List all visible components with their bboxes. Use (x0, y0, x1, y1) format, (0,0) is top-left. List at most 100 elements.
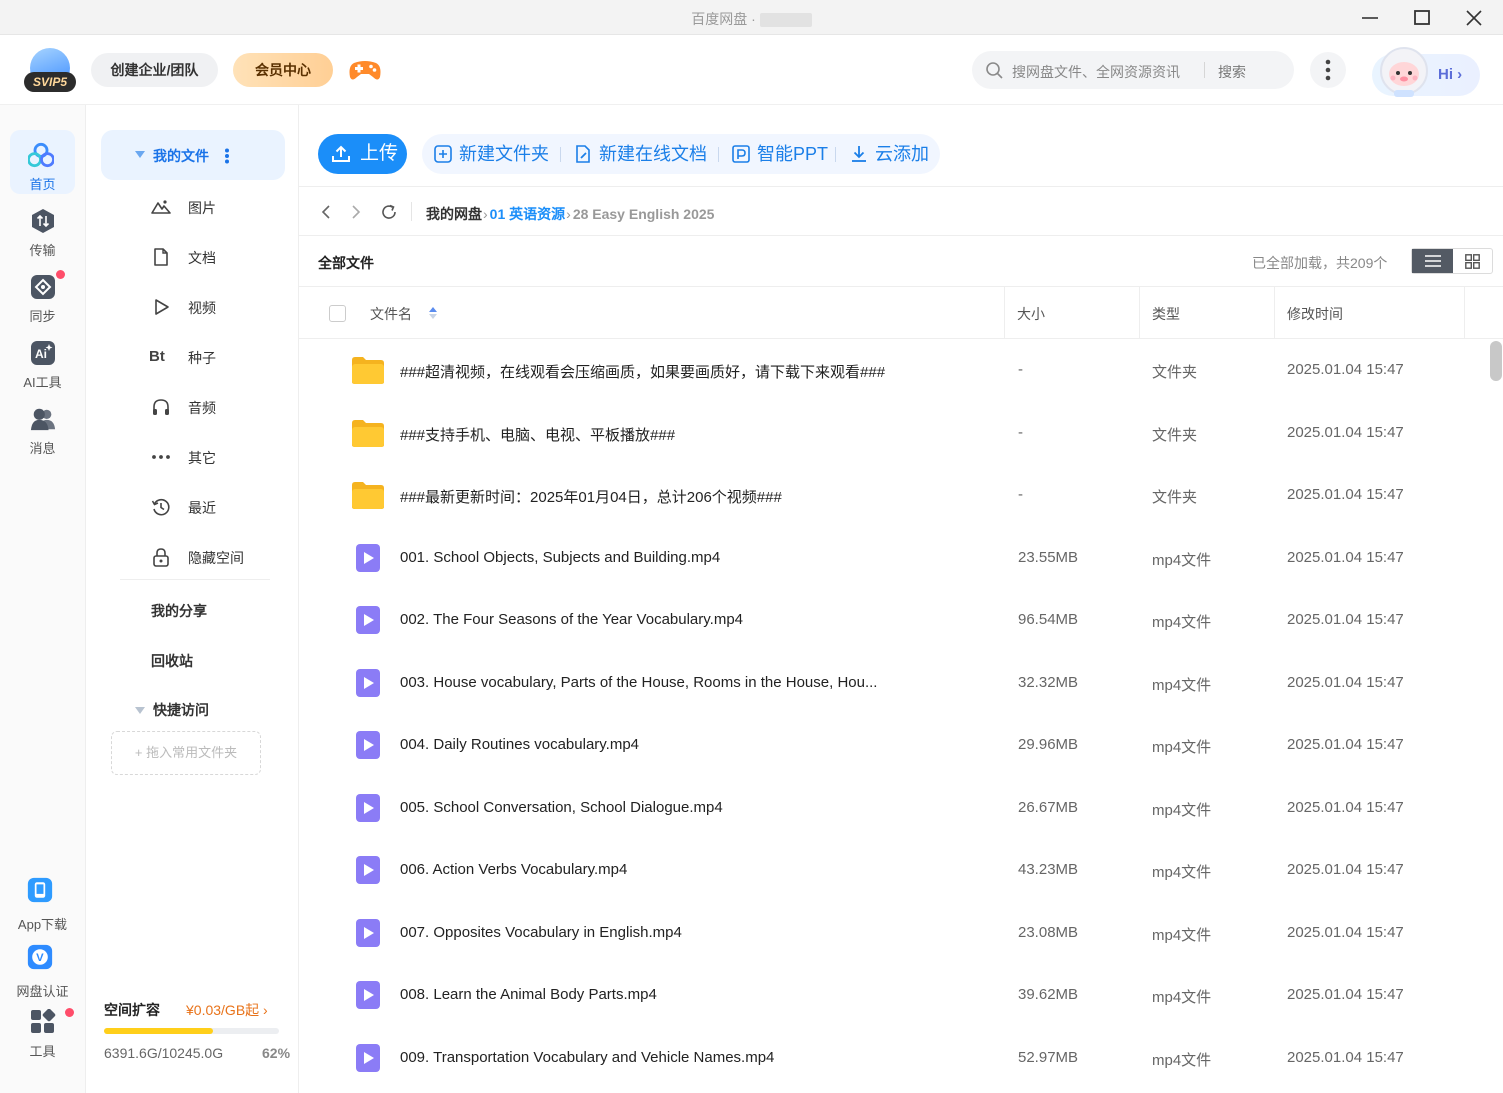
sort-icon[interactable] (428, 305, 438, 321)
rail-label-sync: 同步 (29, 309, 56, 324)
search-box[interactable]: 搜网盘文件、全网资源资讯 搜索 (972, 51, 1294, 89)
storage-expand-title[interactable]: 空间扩容 (104, 1000, 160, 1020)
sidebar-item-my-files[interactable]: 我的文件 (101, 130, 285, 180)
sidebar-item-audio[interactable]: 音频 (146, 392, 286, 422)
upload-label: 上传 (360, 143, 399, 164)
rail-item-tools[interactable]: 工具 (10, 1003, 75, 1067)
table-row[interactable]: 007. Opposites Vocabulary in English.mp4… (299, 902, 1479, 964)
table-row[interactable]: 008. Learn the Animal Body Parts.mp4 39.… (299, 964, 1479, 1026)
file-name[interactable]: 007. Opposites Vocabulary in English.mp4 (400, 924, 682, 941)
table-row[interactable]: 004. Daily Routines vocabulary.mp4 29.96… (299, 714, 1479, 776)
table-row[interactable]: 003. House vocabulary, Parts of the Hous… (299, 652, 1479, 714)
video-file-icon (356, 918, 380, 947)
column-type[interactable]: 类型 (1152, 304, 1180, 324)
rail-item-app-download[interactable]: App下载 (10, 870, 75, 934)
table-row[interactable]: 002. The Four Seasons of the Year Vocabu… (299, 589, 1479, 651)
table-row[interactable]: ###支持手机、电脑、电视、平板播放### - 文件夹 2025.01.04 1… (299, 402, 1479, 464)
column-size[interactable]: 大小 (1017, 304, 1045, 324)
file-name[interactable]: 001. School Objects, Subjects and Buildi… (400, 549, 720, 566)
file-name[interactable]: 004. Daily Routines vocabulary.mp4 (400, 736, 639, 753)
list-view-button[interactable] (1412, 249, 1453, 273)
column-name[interactable]: 文件名 (370, 304, 412, 324)
file-size: 39.62MB (1018, 986, 1079, 1003)
image-icon (151, 200, 171, 214)
file-name[interactable]: 003. House vocabulary, Parts of the Hous… (400, 674, 877, 691)
sidebar-item-torrents[interactable]: Bt 种子 (146, 342, 286, 372)
file-mtime: 2025.01.04 15:47 (1287, 861, 1404, 878)
table-row[interactable]: 001. School Objects, Subjects and Buildi… (299, 527, 1479, 589)
upload-button[interactable]: 上传 (318, 134, 407, 174)
history-icon (151, 498, 170, 516)
quick-access-drop-zone[interactable]: + 拖入常用文件夹 (111, 731, 261, 775)
sidebar-label-hidden-space: 隐藏空间 (188, 550, 244, 566)
file-name[interactable]: 008. Learn the Animal Body Parts.mp4 (400, 986, 657, 1003)
sidebar-item-recycle-bin[interactable]: 回收站 (151, 651, 193, 671)
breadcrumb-chevron-icon: › (483, 206, 488, 222)
rail-item-verify[interactable]: V 网盘认证 (10, 937, 75, 1001)
refresh-icon[interactable] (380, 203, 398, 221)
column-divider (1004, 287, 1005, 339)
file-mtime: 2025.01.04 15:47 (1287, 486, 1404, 503)
sidebar-item-my-share[interactable]: 我的分享 (151, 601, 207, 621)
cloud-add-label: 云添加 (875, 144, 929, 164)
file-name[interactable]: 005. School Conversation, School Dialogu… (400, 799, 723, 816)
select-all-checkbox[interactable] (329, 305, 346, 322)
search-button[interactable]: 搜索 (1218, 62, 1246, 82)
file-name[interactable]: ###支持手机、电脑、电视、平板播放### (400, 424, 675, 445)
sidebar-item-quick-access[interactable]: 快捷访问 (153, 700, 209, 720)
toolbar-divider (835, 147, 836, 162)
sidebar-item-videos[interactable]: 视频 (146, 292, 286, 322)
more-menu-button[interactable] (1310, 52, 1346, 88)
greeting-link[interactable]: Hi › (1438, 66, 1462, 83)
grid-view-button[interactable] (1453, 249, 1492, 273)
file-count-text: 已全部加载，共209个 (1252, 255, 1388, 271)
rail-label-messages: 消息 (29, 441, 56, 456)
file-name[interactable]: 009. Transportation Vocabulary and Vehic… (400, 1049, 774, 1066)
maximize-button[interactable] (1396, 0, 1448, 35)
rail-item-ai-tools[interactable]: Ai AI工具 (10, 328, 75, 392)
table-row[interactable]: 009. Transportation Vocabulary and Vehic… (299, 1027, 1479, 1089)
sidebar-item-documents[interactable]: 文档 (146, 242, 286, 272)
window-title: 百度网盘 · (0, 9, 1503, 29)
table-row[interactable]: 006. Action Verbs Vocabulary.mp4 43.23MB… (299, 839, 1479, 901)
game-center-button[interactable] (348, 57, 382, 83)
table-row[interactable]: ###最新更新时间：2025年01月04日，总计206个视频### - 文件夹 … (299, 464, 1479, 526)
file-name[interactable]: ###超清视频，在线观看会压缩画质，如果要画质好，请下载下来观看### (400, 361, 885, 382)
create-team-button[interactable]: 创建企业/团队 (91, 53, 218, 87)
forward-arrow-icon[interactable] (346, 203, 364, 221)
breadcrumb-level1[interactable]: 01 英语资源 (490, 206, 565, 222)
rail-item-messages[interactable]: 消息 (10, 394, 75, 458)
file-icon (351, 480, 385, 510)
quick-access-caret-icon[interactable] (135, 707, 145, 714)
vertical-dots-icon[interactable] (224, 148, 230, 164)
file-name[interactable]: 006. Action Verbs Vocabulary.mp4 (400, 861, 627, 878)
scrollbar-thumb[interactable] (1490, 341, 1502, 381)
avatar[interactable] (1376, 43, 1432, 99)
sidebar-item-hidden-space[interactable]: 隐藏空间 (146, 542, 286, 572)
storage-price-link[interactable]: ¥0.03/GB起 › (186, 1000, 268, 1020)
column-mtime[interactable]: 修改时间 (1287, 304, 1343, 324)
storage-used-text: 6391.6G/10245.0G (104, 1045, 224, 1061)
sidebar-item-others[interactable]: 其它 (146, 442, 286, 472)
file-name[interactable]: 002. The Four Seasons of the Year Vocabu… (400, 611, 743, 628)
sidebar-item-images[interactable]: 图片 (146, 192, 286, 222)
close-button[interactable] (1448, 0, 1500, 35)
search-input[interactable]: 搜网盘文件、全网资源资讯 (1012, 62, 1180, 82)
lock-icon (153, 548, 169, 567)
back-arrow-icon[interactable] (318, 203, 336, 221)
svip-logo[interactable]: SVIP5 (24, 48, 76, 92)
table-row[interactable]: 005. School Conversation, School Dialogu… (299, 777, 1479, 839)
sidebar-item-recent[interactable]: 最近 (146, 492, 286, 522)
file-name[interactable]: ###最新更新时间：2025年01月04日，总计206个视频### (400, 486, 782, 507)
view-toggle (1411, 248, 1493, 274)
breadcrumb-root[interactable]: 我的网盘 (426, 206, 482, 222)
search-divider (1204, 62, 1205, 78)
file-mtime: 2025.01.04 15:47 (1287, 798, 1404, 816)
rail-item-home[interactable]: 首页 (10, 130, 75, 194)
storage-percent-text: 62% (262, 1045, 291, 1061)
rail-item-transfer[interactable]: 传输 (10, 196, 75, 260)
rail-item-sync[interactable]: 同步 (10, 262, 75, 326)
vip-center-button[interactable]: 会员中心 (233, 53, 333, 87)
table-row[interactable]: ###超清视频，在线观看会压缩画质，如果要画质好，请下载下来观看### - 文件… (299, 339, 1479, 401)
minimize-button[interactable] (1344, 0, 1396, 35)
